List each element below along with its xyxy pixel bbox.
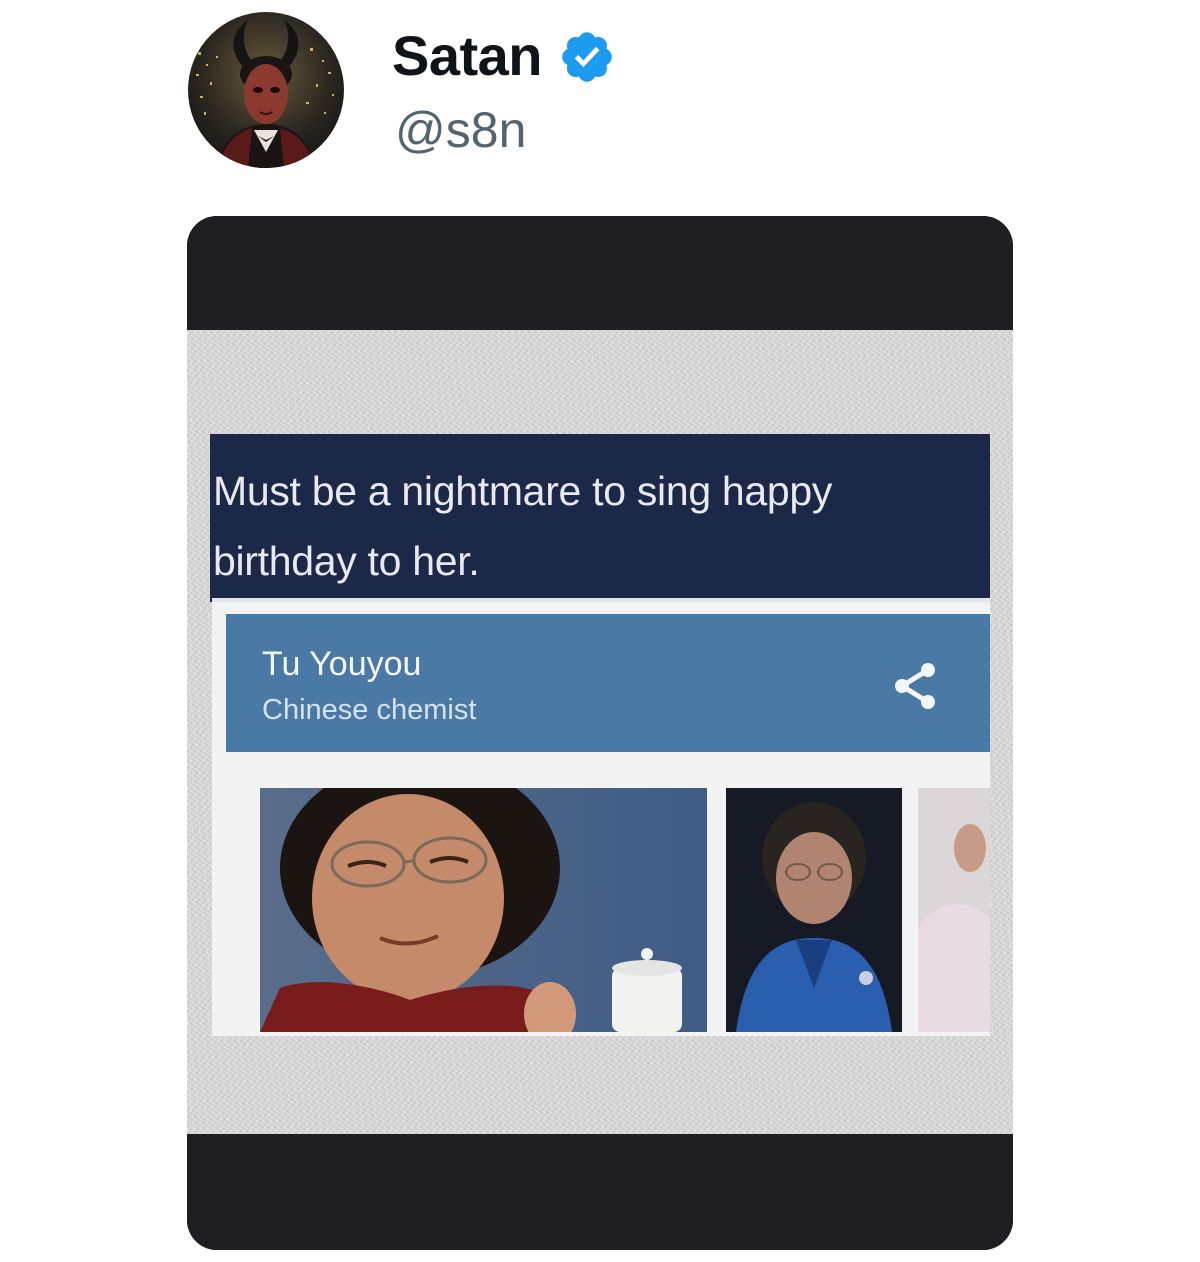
inner-post-text: Must be a nightmare to sing happy birthd…: [213, 468, 833, 584]
screenshot-photo: Must be a nightmare to sing happy birthd…: [187, 330, 1013, 1134]
knowledge-card-name: Tu Youyou: [262, 645, 422, 683]
knowledge-card: Tu Youyou Chinese chemist: [212, 598, 990, 1036]
media-letterbox-bottom: [187, 1134, 1013, 1250]
avatar-image: [188, 12, 344, 168]
share-icon[interactable]: [890, 658, 940, 714]
avatar[interactable]: [188, 12, 344, 168]
knowledge-card-description: Chinese chemist: [262, 694, 477, 726]
portrait-image-blue-jacket[interactable]: [726, 788, 902, 1032]
knowledge-card-header: Tu Youyou Chinese chemist: [226, 614, 990, 752]
tweet: Satan @s8n Must be a nightmare to sing h…: [0, 0, 1200, 1262]
media-letterbox-top: [187, 216, 1013, 330]
portrait-image[interactable]: [260, 788, 707, 1032]
verified-badge-icon: [558, 28, 616, 86]
user-handle[interactable]: @s8n: [395, 100, 526, 160]
tweet-media[interactable]: Must be a nightmare to sing happy birthd…: [187, 216, 1013, 1250]
partial-image[interactable]: [918, 788, 990, 1032]
display-name[interactable]: Satan: [392, 24, 543, 88]
